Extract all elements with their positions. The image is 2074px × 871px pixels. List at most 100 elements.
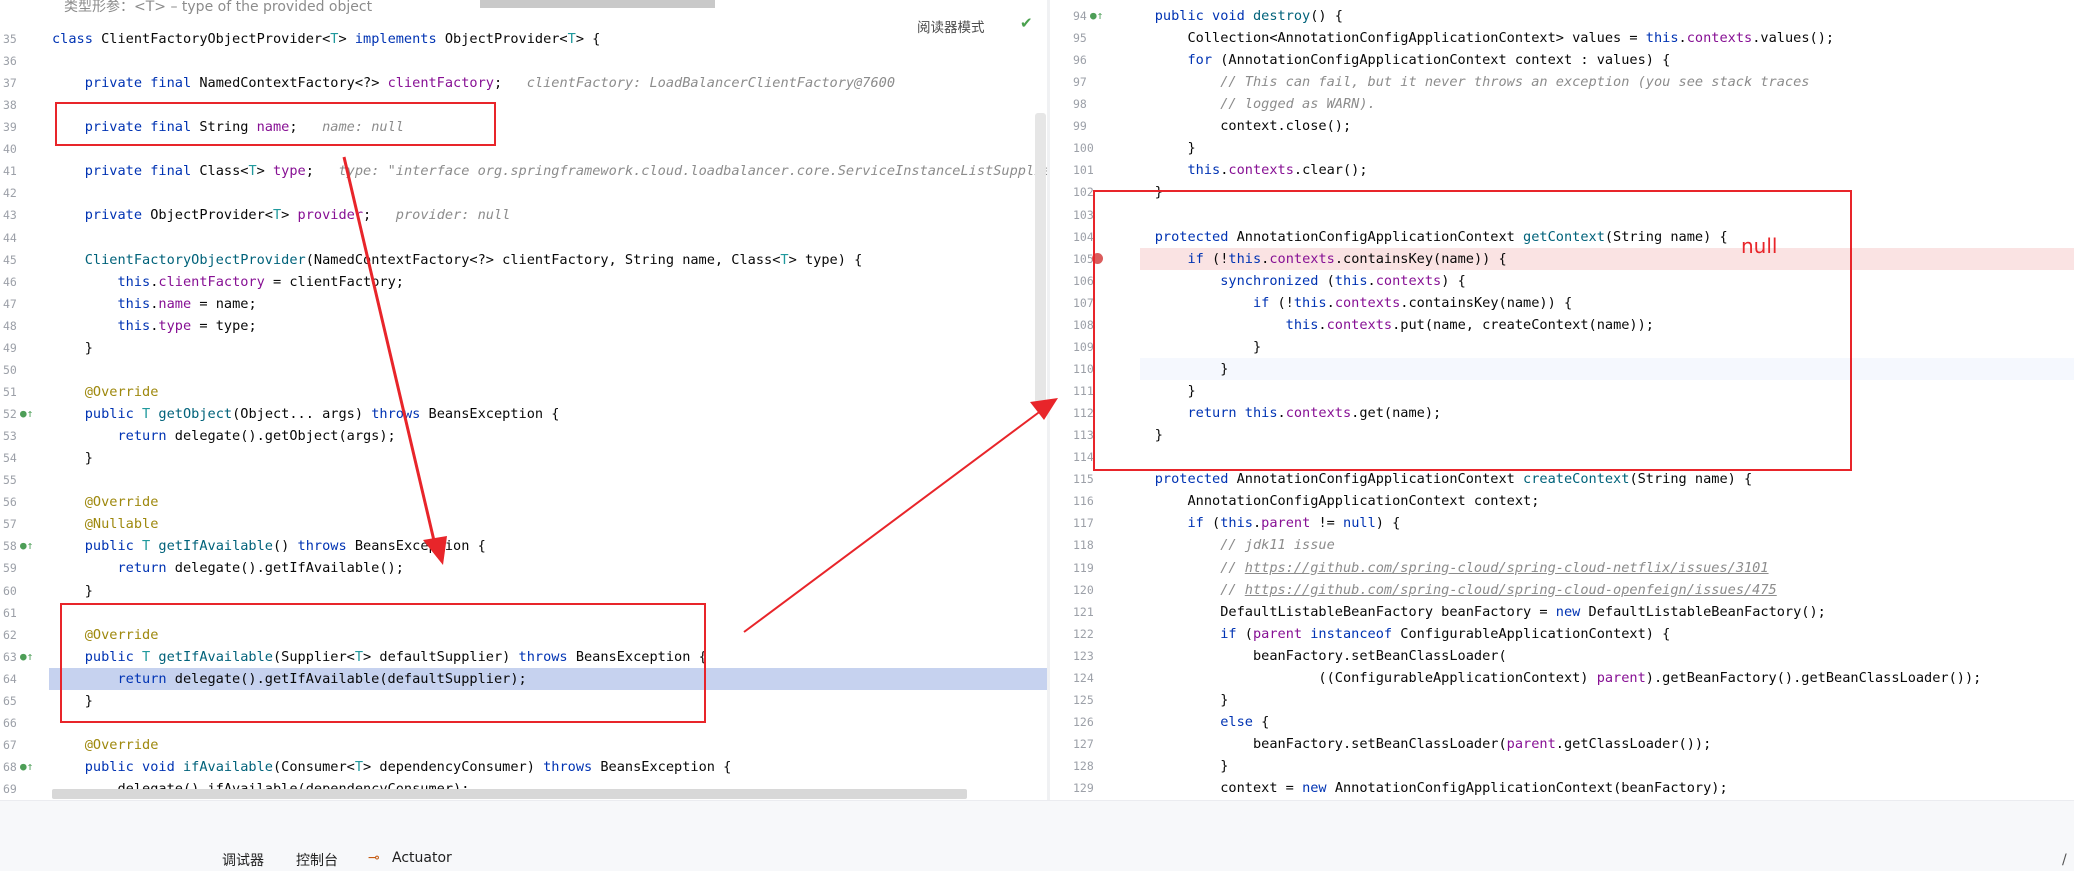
code-line[interactable]: 44 <box>0 227 1049 249</box>
line-number: 65 <box>3 693 17 708</box>
line-number: 35 <box>3 32 17 46</box>
code-line[interactable]: 125 } <box>1050 689 2074 711</box>
horizontal-scroll-indicator[interactable] <box>480 0 715 8</box>
line-number: 66 <box>3 715 17 730</box>
code-text: return delegate().getIfAvailable(); <box>52 560 404 577</box>
tab-actuator[interactable]: Actuator <box>392 850 452 866</box>
code-line[interactable]: 60 } <box>0 580 1049 602</box>
code-text: this.type = type; <box>52 317 257 334</box>
line-number: 115 <box>1073 472 1094 487</box>
code-line[interactable]: 100 } <box>1050 137 2074 159</box>
code-line[interactable]: 51 @Override <box>0 381 1049 403</box>
code-line[interactable]: 58 ●↑ public T getIfAvailable() throws Be… <box>0 535 1049 557</box>
code-text: this.contexts.clear(); <box>1122 162 1368 179</box>
inspection-ok-icon[interactable]: ✔ <box>1020 14 1033 32</box>
code-line[interactable]: 101 this.contexts.clear(); <box>1050 159 2074 181</box>
code-line[interactable]: 36 <box>0 50 1049 72</box>
line-number: 108 <box>1073 317 1094 332</box>
code-line[interactable]: 99 context.close(); <box>1050 115 2074 137</box>
code-line[interactable]: 115 protected AnnotationConfigApplicatio… <box>1050 468 2074 490</box>
code-line[interactable]: 57 @Nullable <box>0 513 1049 535</box>
code-line[interactable]: 126 else { <box>1050 711 2074 733</box>
code-line[interactable]: 123 beanFactory.setBeanClassLoader( <box>1050 645 2074 667</box>
code-line[interactable]: 121 DefaultListableBeanFactory beanFacto… <box>1050 601 2074 623</box>
line-number: 45 <box>3 252 17 267</box>
line-number: 104 <box>1073 229 1094 244</box>
code-text: public T getIfAvailable() throws BeansEx… <box>52 538 486 555</box>
code-line[interactable]: 117 if (this.parent != null) { <box>1050 512 2074 534</box>
code-line[interactable]: 52 ●↑ public T getObject(Object... args) … <box>0 403 1049 425</box>
override-gutter-icon[interactable]: ●↑ <box>20 540 33 552</box>
code-line[interactable]: 122 if (parent instanceof ConfigurableAp… <box>1050 623 2074 645</box>
code-line[interactable]: 94 ●↑ public void destroy() { <box>1050 5 2074 27</box>
code-line[interactable]: 95 Collection<AnnotationConfigApplicatio… <box>1050 27 2074 49</box>
code-text: // This can fail, but it never throws an… <box>1122 74 1810 91</box>
line-number: 102 <box>1073 185 1094 200</box>
code-line[interactable]: 96 for (AnnotationConfigApplicationConte… <box>1050 49 2074 71</box>
line-number: 113 <box>1073 428 1094 443</box>
line-number: 56 <box>3 495 17 510</box>
line-number: 119 <box>1073 560 1094 575</box>
code-line[interactable]: 37 private final NamedContextFactory<?> … <box>0 72 1049 94</box>
code-text: AnnotationConfigApplicationContext conte… <box>1122 493 1540 510</box>
code-line[interactable]: 35 class ClientFactoryObjectProvider<T> i… <box>0 28 1049 50</box>
code-line[interactable]: 56 @Override <box>0 491 1049 513</box>
line-number: 38 <box>3 98 17 113</box>
line-number: 37 <box>3 76 17 91</box>
code-text: return delegate().getObject(args); <box>52 428 396 445</box>
code-line[interactable]: 124 ((ConfigurableApplicationContext) pa… <box>1050 667 2074 689</box>
code-text: class ClientFactoryObjectProvider<T> imp… <box>52 31 601 47</box>
code-line[interactable]: 129 context = new AnnotationConfigApplic… <box>1050 777 2074 799</box>
horizontal-scrollbar[interactable] <box>52 789 967 799</box>
code-line[interactable]: 97 // This can fail, but it never throws… <box>1050 71 2074 93</box>
code-line[interactable]: 53 return delegate().getObject(args); <box>0 425 1049 447</box>
code-text: } <box>52 450 93 467</box>
code-line[interactable]: 54 } <box>0 447 1049 469</box>
override-gutter-icon[interactable]: ●↑ <box>1090 10 1103 22</box>
code-text: } <box>1122 758 1229 775</box>
code-line[interactable]: 120 // https://github.com/spring-cloud/s… <box>1050 579 2074 601</box>
code-line[interactable]: 42 <box>0 182 1049 204</box>
line-number: 124 <box>1073 670 1094 685</box>
vertical-scrollbar[interactable] <box>1035 113 1046 403</box>
code-text: beanFactory.setBeanClassLoader( <box>1122 647 1507 664</box>
code-line[interactable]: 50 <box>0 359 1049 381</box>
code-line[interactable]: 98 // logged as WARN). <box>1050 93 2074 115</box>
line-number: 59 <box>3 561 17 576</box>
code-line[interactable]: 119 // https://github.com/spring-cloud/s… <box>1050 557 2074 579</box>
code-text: context = new AnnotationConfigApplicatio… <box>1122 780 1728 797</box>
line-number: 69 <box>3 782 17 797</box>
code-line[interactable]: 55 <box>0 469 1049 491</box>
override-gutter-icon[interactable]: ●↑ <box>20 408 33 420</box>
reader-mode-toggle[interactable]: 阅读器模式 <box>917 16 985 36</box>
code-line[interactable]: 128 } <box>1050 755 2074 777</box>
code-line[interactable]: 47 this.name = name; <box>0 293 1049 315</box>
code-line[interactable]: 43 private ObjectProvider<T> provider; p… <box>0 204 1049 226</box>
tab-console[interactable]: 控制台 <box>296 850 338 870</box>
actuator-icon[interactable]: ⊸ <box>368 850 380 866</box>
code-text: context.close(); <box>1122 118 1352 135</box>
code-text: } <box>1122 691 1229 708</box>
code-line[interactable]: 41 private final Class<T> type; type: "i… <box>0 160 1049 182</box>
code-line[interactable]: 59 return delegate().getIfAvailable(); <box>0 557 1049 579</box>
code-line[interactable]: 116 AnnotationConfigApplicationContext c… <box>1050 490 2074 512</box>
code-line[interactable]: 45 ClientFactoryObjectProvider(NamedCont… <box>0 249 1049 271</box>
override-gutter-icon[interactable]: ●↑ <box>20 760 33 773</box>
code-line[interactable]: 49 } <box>0 337 1049 359</box>
line-number: 122 <box>1073 626 1094 641</box>
line-number: 98 <box>1073 97 1087 112</box>
code-line[interactable]: 46 this.clientFactory = clientFactory; <box>0 271 1049 293</box>
tab-debugger[interactable]: 调试器 <box>222 850 264 870</box>
code-text: // https://github.com/spring-cloud/sprin… <box>1122 581 1777 598</box>
code-line[interactable]: 67 @Override <box>0 734 1049 756</box>
code-line[interactable]: 68 ●↑ public void ifAvailable(Consumer<T>… <box>0 756 1049 778</box>
code-line[interactable]: 127 beanFactory.setBeanClassLoader(paren… <box>1050 733 2074 755</box>
code-line[interactable]: 48 this.type = type; <box>0 315 1049 337</box>
override-gutter-icon[interactable]: ●↑ <box>20 650 33 663</box>
code-line[interactable]: 118 // jdk11 issue <box>1050 534 2074 556</box>
code-text: } <box>1122 140 1196 157</box>
line-number: 95 <box>1073 31 1087 46</box>
line-number: 129 <box>1073 781 1094 796</box>
code-text: @Nullable <box>52 516 159 533</box>
null-annotation: null <box>1741 234 1778 258</box>
